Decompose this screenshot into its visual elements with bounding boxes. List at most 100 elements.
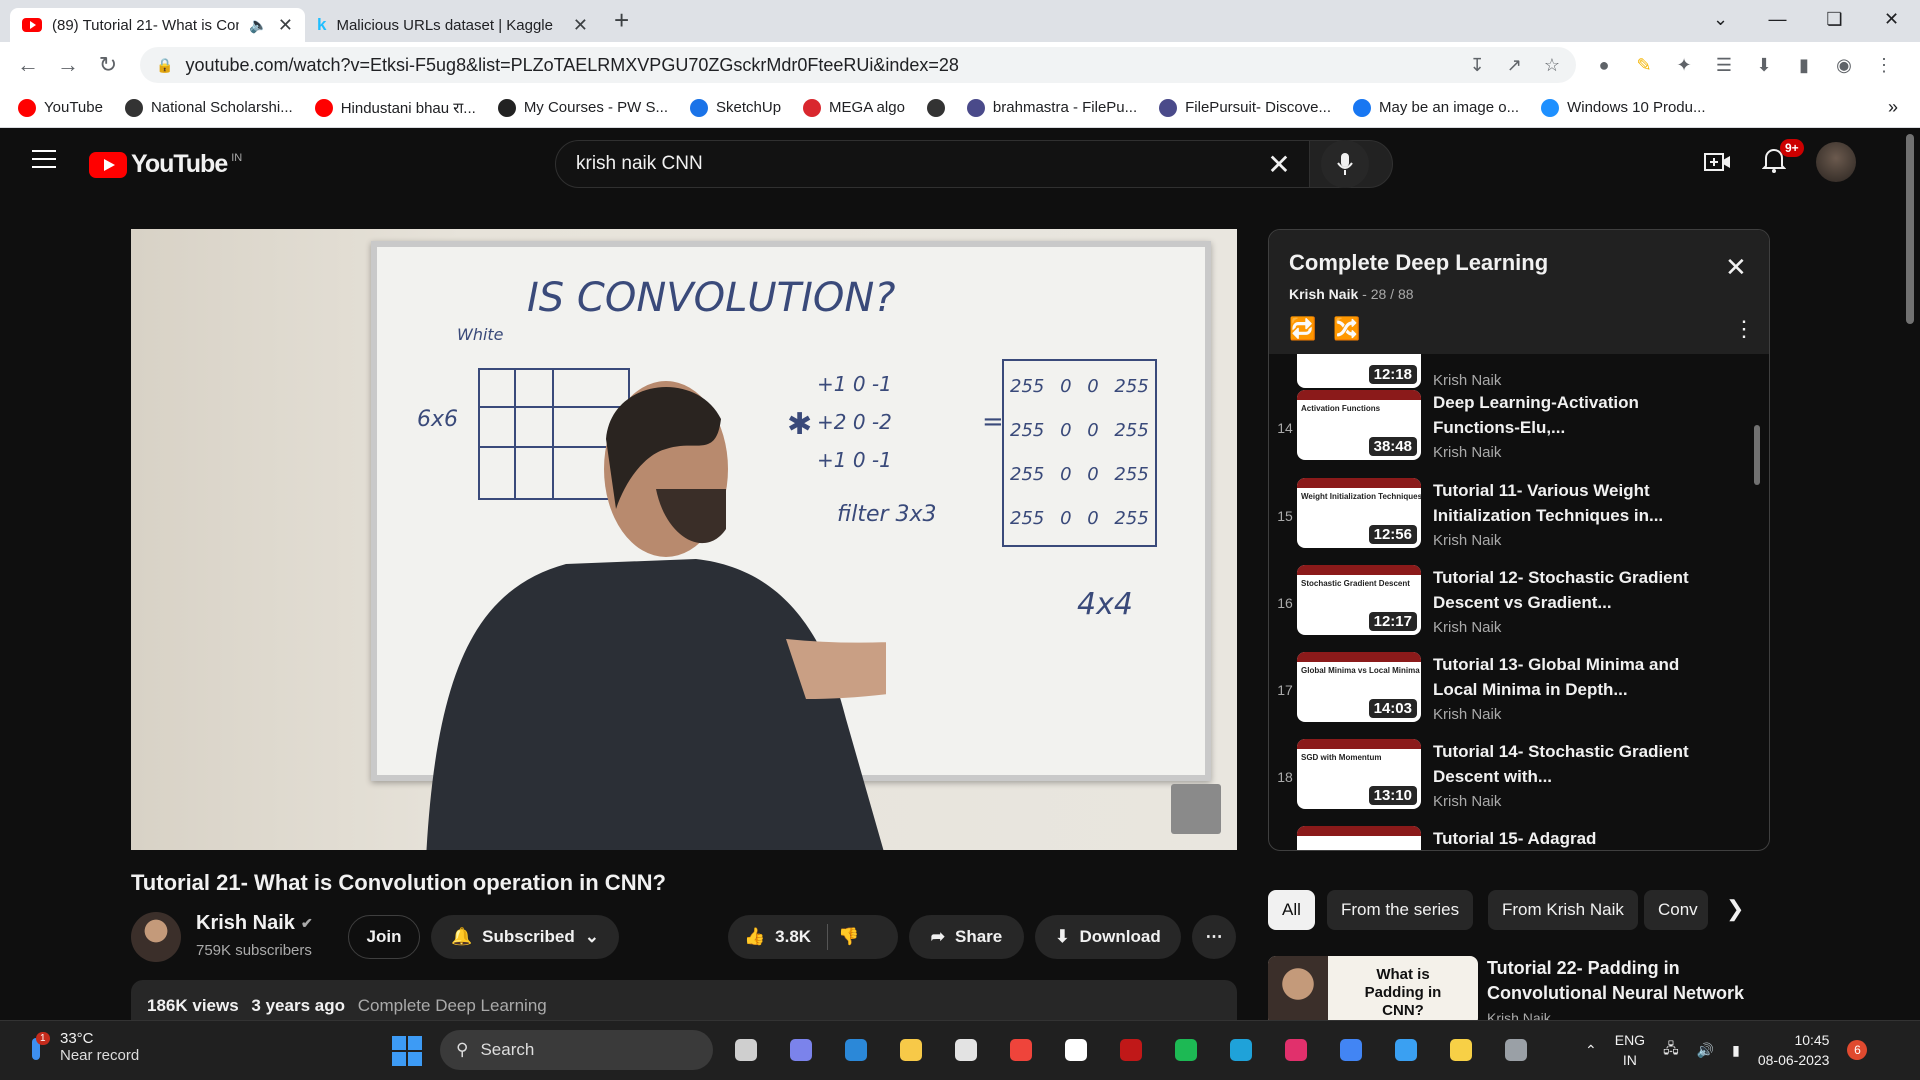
playlist-item-thumbnail[interactable] bbox=[1297, 826, 1421, 850]
filter-chip[interactable]: Conv bbox=[1644, 890, 1708, 930]
join-button[interactable]: Join bbox=[348, 915, 420, 959]
bookmark-item[interactable]: MEGA algo bbox=[803, 98, 905, 117]
channel-name[interactable]: Krish Naik bbox=[196, 912, 295, 935]
dislike-button[interactable]: 👎 bbox=[838, 927, 859, 947]
restore-icon[interactable]: ❏ bbox=[1806, 0, 1863, 40]
language-indicator[interactable]: ENG IN bbox=[1615, 1030, 1645, 1070]
playlist-item-title[interactable]: Deep Learning-Activation Functions-Elu,.… bbox=[1433, 390, 1723, 440]
new-tab-icon[interactable]: + bbox=[614, 5, 629, 36]
obs-icon[interactable] bbox=[1058, 1032, 1094, 1068]
playlist-item-title[interactable]: Tutorial 11- Various Weight Initializati… bbox=[1433, 478, 1723, 528]
playlist-item-title[interactable]: Tutorial 15- Adagrad bbox=[1433, 826, 1723, 850]
browser-tab-kaggle[interactable]: k Malicious URLs dataset | Kaggle ✕ bbox=[305, 8, 600, 42]
edge-icon[interactable] bbox=[1223, 1032, 1259, 1068]
mcafee-icon[interactable] bbox=[1113, 1032, 1149, 1068]
playlist-scrollbar[interactable] bbox=[1754, 425, 1760, 485]
sticky-notes-icon[interactable] bbox=[1443, 1032, 1479, 1068]
filter-chip[interactable]: From the series bbox=[1327, 890, 1474, 930]
bookmark-item[interactable]: SketchUp bbox=[690, 98, 781, 117]
tab-close-icon[interactable]: ✕ bbox=[573, 15, 588, 36]
youtube-logo[interactable]: YouTube IN bbox=[89, 150, 242, 179]
reload-icon[interactable]: ↻ bbox=[88, 52, 128, 78]
clock[interactable]: 10:45 08-06-2023 bbox=[1758, 1030, 1830, 1070]
lock-icon[interactable]: 🔒 bbox=[156, 57, 173, 74]
more-actions-button[interactable]: ⋯ bbox=[1192, 915, 1236, 959]
playlist-item-thumbnail[interactable]: Activation Functions 38:48 bbox=[1297, 390, 1421, 460]
chevron-up-icon[interactable]: ⌃ bbox=[1585, 1042, 1597, 1059]
shuffle-icon[interactable]: 🔀 bbox=[1333, 316, 1360, 342]
forward-icon[interactable]: → bbox=[48, 52, 88, 78]
filter-chip[interactable]: From Krish Naik bbox=[1488, 890, 1638, 930]
bookmark-item[interactable]: Windows 10 Produ... bbox=[1541, 98, 1706, 117]
channel-name-link[interactable]: Krish Naik ✔ bbox=[196, 912, 313, 935]
settings-icon[interactable] bbox=[1498, 1032, 1534, 1068]
tips-icon[interactable] bbox=[838, 1032, 874, 1068]
instagram-icon[interactable] bbox=[1278, 1032, 1314, 1068]
tab-close-icon[interactable]: ✕ bbox=[278, 15, 293, 36]
clear-search-icon[interactable]: ✕ bbox=[1249, 148, 1309, 181]
install-app-icon[interactable]: ↧ bbox=[1470, 55, 1485, 76]
playlist-item[interactable]: 17 Global Minima vs Local Minima 14:03 Tuto… bbox=[1269, 652, 1769, 740]
loop-icon[interactable]: 🔁 bbox=[1289, 316, 1316, 342]
playlist-item-title[interactable]: Tutorial 13- Global Minima and Local Min… bbox=[1433, 652, 1723, 702]
spotify-icon[interactable] bbox=[1168, 1032, 1204, 1068]
side-panel-icon[interactable]: ▮ bbox=[1784, 55, 1824, 76]
extension-icon[interactable]: ● bbox=[1584, 55, 1624, 76]
weather-widget[interactable]: 1 33°C Near record bbox=[26, 1030, 139, 1064]
chevron-right-icon[interactable]: ❯ bbox=[1726, 896, 1744, 922]
photos-icon[interactable] bbox=[1388, 1032, 1424, 1068]
video-player[interactable]: IS CONVOLUTION? White 6x6 ✱ +1 0 -1 +2 0… bbox=[131, 229, 1237, 850]
channel-avatar[interactable] bbox=[131, 912, 181, 962]
page-scrollbar[interactable] bbox=[1906, 134, 1914, 324]
playlist-item[interactable]: 15 Weight Initialization Techniques 12:56 T… bbox=[1269, 478, 1769, 566]
search-value[interactable]: krish naik CNN bbox=[576, 153, 1249, 175]
share-icon[interactable]: ↗ bbox=[1507, 55, 1522, 76]
share-button[interactable]: ➦ Share bbox=[909, 915, 1024, 959]
bookmark-item[interactable]: Hindustani bhau रा... bbox=[314, 98, 476, 118]
chrome-menu-icon[interactable]: ⋮ bbox=[1864, 55, 1904, 76]
playlist-owner[interactable]: Krish Naik bbox=[1289, 286, 1358, 302]
bookmark-item[interactable]: May be an image o... bbox=[1353, 98, 1519, 117]
bookmark-item[interactable]: My Courses - PW S... bbox=[497, 98, 668, 117]
playlist-item[interactable]: Tutorial 15- Adagrad bbox=[1269, 826, 1769, 850]
playlist-item-title[interactable]: Tutorial 14- Stochastic Gradient Descent… bbox=[1433, 739, 1723, 789]
volume-icon[interactable]: 🔊 bbox=[1697, 1042, 1714, 1059]
playlist-item-thumbnail[interactable]: 12:18 bbox=[1297, 354, 1421, 388]
url-text[interactable]: youtube.com/watch?v=Etksi-F5ug8&list=PLZ… bbox=[185, 55, 1447, 76]
menu-icon[interactable] bbox=[32, 150, 56, 170]
browser-tab-youtube[interactable]: (89) Tutorial 21- What is Con 🔈 ✕ bbox=[10, 8, 305, 42]
file-explorer-icon[interactable] bbox=[893, 1032, 929, 1068]
filter-chip[interactable]: All bbox=[1268, 890, 1315, 930]
tab-search-icon[interactable]: ⌄ bbox=[1692, 0, 1749, 40]
extension-pen-icon[interactable]: ✎ bbox=[1624, 55, 1664, 76]
playlist-menu-icon[interactable]: ⋮ bbox=[1733, 316, 1755, 342]
like-button[interactable]: 👍 3.8K bbox=[744, 927, 811, 947]
downloads-icon[interactable]: ⬇ bbox=[1744, 55, 1784, 76]
close-window-icon[interactable]: ✕ bbox=[1863, 0, 1920, 40]
voice-search-button[interactable] bbox=[1321, 140, 1369, 188]
bookmark-item[interactable]: YouTube bbox=[18, 98, 103, 117]
start-button[interactable] bbox=[392, 1036, 422, 1071]
close-playlist-icon[interactable]: ✕ bbox=[1725, 252, 1747, 283]
network-icon[interactable]: 🖧 bbox=[1663, 1038, 1679, 1062]
create-video-icon[interactable] bbox=[1704, 151, 1732, 173]
bookmark-item[interactable]: FilePursuit- Discove... bbox=[1159, 98, 1331, 117]
address-bar[interactable]: 🔒 youtube.com/watch?v=Etksi-F5ug8&list=P… bbox=[140, 47, 1576, 83]
playlist-item[interactable]: 16 Stochastic Gradient Descent 12:17 Tutori… bbox=[1269, 565, 1769, 653]
bookmark-star-icon[interactable]: ☆ bbox=[1544, 55, 1560, 76]
bookmark-item[interactable]: National Scholarshi... bbox=[124, 98, 293, 117]
media-control-icon[interactable]: ☰ bbox=[1704, 55, 1744, 76]
more-bookmarks-icon[interactable]: » bbox=[1888, 97, 1898, 118]
playlist-item-thumbnail[interactable]: Global Minima vs Local Minima 14:03 bbox=[1297, 652, 1421, 722]
minimize-icon[interactable]: — bbox=[1749, 0, 1806, 40]
taskbar-search[interactable]: ⚲ Search bbox=[440, 1030, 713, 1070]
anydesk-icon[interactable] bbox=[1003, 1032, 1039, 1068]
microsoft-store-icon[interactable] bbox=[948, 1032, 984, 1068]
recommendation-title[interactable]: Tutorial 22- Padding in Convolutional Ne… bbox=[1487, 956, 1747, 1006]
audio-playing-icon[interactable]: 🔈 bbox=[249, 16, 268, 34]
extensions-puzzle-icon[interactable]: ✦ bbox=[1664, 55, 1704, 76]
playlist-item[interactable]: 18 SGD with Momentum 13:10 Tutorial 14- Sto… bbox=[1269, 739, 1769, 827]
playlist-title[interactable]: Complete Deep Learning bbox=[1289, 250, 1548, 276]
playlist-item-title[interactable]: Tutorial 12- Stochastic Gradient Descent… bbox=[1433, 565, 1723, 615]
back-icon[interactable]: ← bbox=[8, 52, 48, 78]
